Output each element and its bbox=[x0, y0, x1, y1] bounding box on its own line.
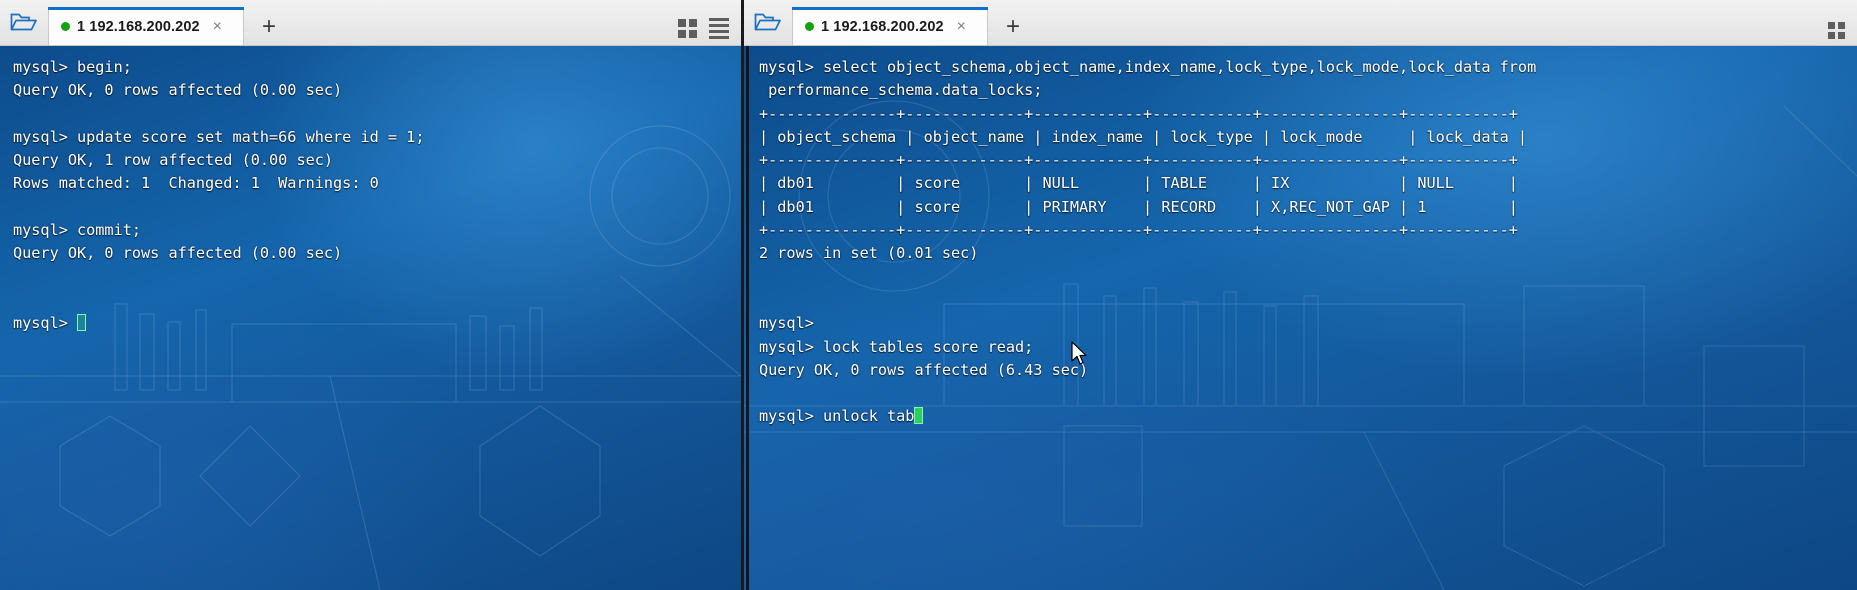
close-icon[interactable]: × bbox=[954, 18, 969, 35]
terminal-line: mysql> commit; bbox=[13, 221, 142, 240]
terminal-line: Rows matched: 1 Changed: 1 Warnings: 0 bbox=[13, 174, 379, 193]
new-tab-button[interactable]: + bbox=[998, 15, 1028, 39]
result-footer: 2 rows in set (0.01 sec) bbox=[759, 244, 979, 263]
terminal-app-window: 1 192.168.200.202 × + mysql> begin; Quer… bbox=[0, 0, 1857, 590]
left-tab-label: 1 192.168.200.202 bbox=[77, 18, 200, 35]
table-row: | db01 | score | PRIMARY | RECORD | X,RE… bbox=[759, 197, 1518, 216]
folder-open-icon[interactable] bbox=[744, 0, 792, 45]
right-tab-bar: 1 192.168.200.202 × + bbox=[744, 0, 1857, 46]
folder-open-icon-glyph bbox=[754, 13, 781, 31]
terminal-line: Query OK, 0 rows affected (0.00 sec) bbox=[13, 81, 343, 100]
folder-open-icon-glyph bbox=[10, 13, 37, 31]
table-row: | db01 | score | NULL | TABLE | IX | NUL… bbox=[759, 174, 1518, 193]
table-separator: +--------------+-------------+----------… bbox=[759, 221, 1518, 240]
terminal-line: mysql> begin; bbox=[13, 58, 132, 76]
right-tab-session[interactable]: 1 192.168.200.202 × bbox=[792, 7, 988, 45]
new-tab-button[interactable]: + bbox=[254, 15, 284, 39]
grid-layout-icon[interactable] bbox=[1828, 22, 1845, 39]
terminal-prompt-line: mysql> bbox=[0, 312, 741, 335]
connection-status-dot bbox=[805, 22, 814, 31]
right-terminal-lines: mysql> select object_schema,object_name,… bbox=[744, 46, 1857, 429]
right-tab-label: 1 192.168.200.202 bbox=[821, 18, 944, 35]
terminal-line: mysql> bbox=[759, 314, 814, 333]
folder-open-icon[interactable] bbox=[0, 0, 48, 45]
close-icon[interactable]: × bbox=[210, 18, 225, 35]
table-separator: +--------------+-------------+----------… bbox=[759, 104, 1518, 123]
terminal-line: Query OK, 0 rows affected (0.00 sec) bbox=[13, 244, 343, 263]
terminal-line: mysql> lock tables score read; bbox=[759, 337, 1034, 356]
left-terminal-pane: 1 192.168.200.202 × + mysql> begin; Quer… bbox=[0, 0, 741, 590]
terminal-prompt: mysql> bbox=[13, 314, 68, 333]
terminal-line: mysql> update score set math=66 where id… bbox=[13, 127, 425, 146]
grid-layout-icon[interactable] bbox=[678, 19, 697, 38]
terminal-line: mysql> select object_schema,object_name,… bbox=[759, 58, 1537, 76]
table-separator: +--------------+-------------+----------… bbox=[759, 151, 1518, 170]
table-header-row: | object_schema | object_name | index_na… bbox=[759, 127, 1528, 146]
right-terminal-output[interactable]: mysql> select object_schema,object_name,… bbox=[744, 46, 1857, 590]
left-tab-bar: 1 192.168.200.202 × + bbox=[0, 0, 741, 46]
left-toolbar-icons bbox=[678, 18, 741, 45]
list-layout-icon[interactable] bbox=[709, 18, 729, 39]
left-terminal-lines: mysql> begin; Query OK, 0 rows affected … bbox=[0, 46, 741, 336]
left-tab-session[interactable]: 1 192.168.200.202 × bbox=[48, 7, 244, 45]
left-terminal-output[interactable]: mysql> begin; Query OK, 0 rows affected … bbox=[0, 46, 741, 590]
terminal-line: performance_schema.data_locks; bbox=[759, 81, 1043, 100]
terminal-line: Query OK, 1 row affected (0.00 sec) bbox=[13, 151, 334, 170]
terminal-prompt-line: mysql> unlock tab bbox=[744, 405, 1857, 428]
window-edge-rule bbox=[746, 46, 749, 590]
text-cursor bbox=[914, 407, 924, 425]
right-toolbar-icons bbox=[1828, 22, 1857, 45]
text-cursor bbox=[77, 314, 87, 332]
terminal-line: Query OK, 0 rows affected (6.43 sec) bbox=[759, 360, 1089, 379]
connection-status-dot bbox=[61, 22, 70, 31]
terminal-input-text: mysql> unlock tab bbox=[759, 407, 915, 426]
right-terminal-pane: 1 192.168.200.202 × + mysql> select obje… bbox=[744, 0, 1857, 590]
